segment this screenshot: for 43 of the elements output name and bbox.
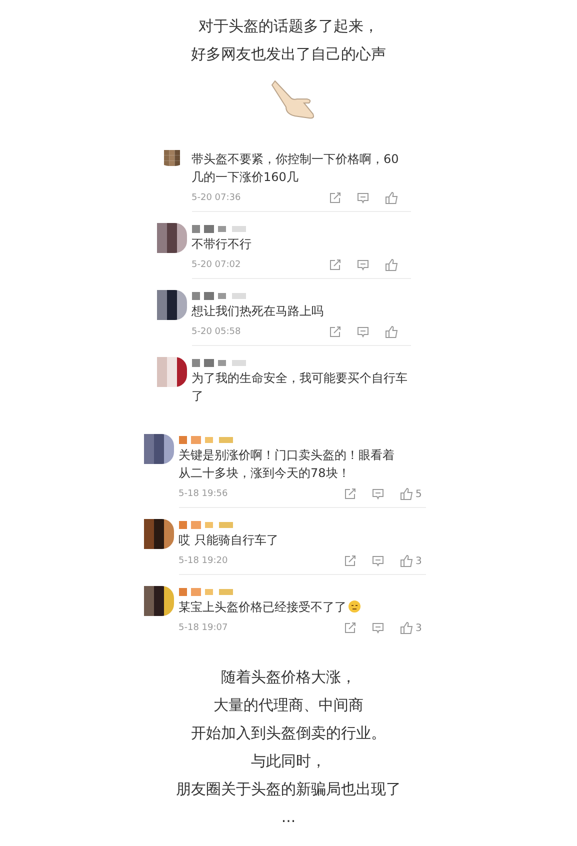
- comment-time: 5-20 07:36: [192, 193, 241, 203]
- comment-time: 5-18 19:56: [178, 489, 228, 499]
- comment-icon[interactable]: [356, 326, 368, 338]
- thumbs-up-icon[interactable]: [400, 555, 412, 567]
- comment-icon[interactable]: [372, 488, 384, 500]
- comment-text: 带头盔不要紧，你控制一下价格啊，60几的一下涨价160几: [192, 151, 400, 186]
- comment-text: 为了我的生命安全，我可能要买个自行车了: [192, 370, 408, 405]
- article-text: 随着头盔价格大涨，: [221, 667, 356, 688]
- comment-time: 5-18 19:07: [178, 623, 228, 633]
- comment-text: 哎 只能骑自行车了: [178, 532, 280, 549]
- article-text: 朋友圈关于头盔的新骗局也出现了: [176, 779, 401, 800]
- thumbs-up-icon[interactable]: [400, 622, 412, 634]
- share-icon[interactable]: [344, 622, 356, 634]
- like-count: 5: [416, 488, 422, 500]
- comment-text: 不带行不行: [192, 236, 252, 253]
- comment-time: 5-20 07:02: [192, 260, 241, 270]
- thumbs-up-icon[interactable]: [384, 192, 398, 204]
- article-text: ...: [281, 807, 296, 828]
- comment-time: 5-20 05:58: [192, 327, 241, 337]
- comment-icon[interactable]: [372, 555, 384, 567]
- article-text: 对于头盔的话题多了起来，: [198, 16, 378, 37]
- like-count: 3: [416, 556, 422, 566]
- smiley-icon: [348, 600, 360, 613]
- comment-icon[interactable]: [356, 192, 368, 204]
- comment-text: 想让我们热死在马路上吗: [192, 303, 324, 320]
- thumbs-up-icon[interactable]: [400, 488, 412, 500]
- like-count: 3: [416, 622, 422, 634]
- share-icon[interactable]: [328, 192, 340, 204]
- share-icon[interactable]: [328, 259, 340, 271]
- share-icon[interactable]: [344, 555, 356, 567]
- share-icon[interactable]: [344, 488, 356, 500]
- thumbs-up-icon[interactable]: [384, 326, 398, 338]
- share-icon[interactable]: [328, 326, 340, 338]
- article-text: 好多网友也发出了自己的心声: [191, 44, 386, 65]
- comment-time: 5-18 19:20: [178, 556, 228, 566]
- article-text: 大量的代理商、中间商: [214, 695, 364, 716]
- comment-text: 某宝上头盔价格已经接受不了了: [178, 598, 398, 616]
- comment-text: 关键是别涨价啊！门口卖头盔的！眼看着从二十多块，涨到今天的78块！: [178, 447, 396, 482]
- comment-icon[interactable]: [356, 259, 368, 271]
- article-text: 开始加入到头盔倒卖的行业。: [191, 723, 386, 744]
- comment-icon[interactable]: [372, 622, 384, 634]
- thumbs-up-icon[interactable]: [384, 259, 398, 271]
- article-text: 与此同时，: [251, 751, 326, 772]
